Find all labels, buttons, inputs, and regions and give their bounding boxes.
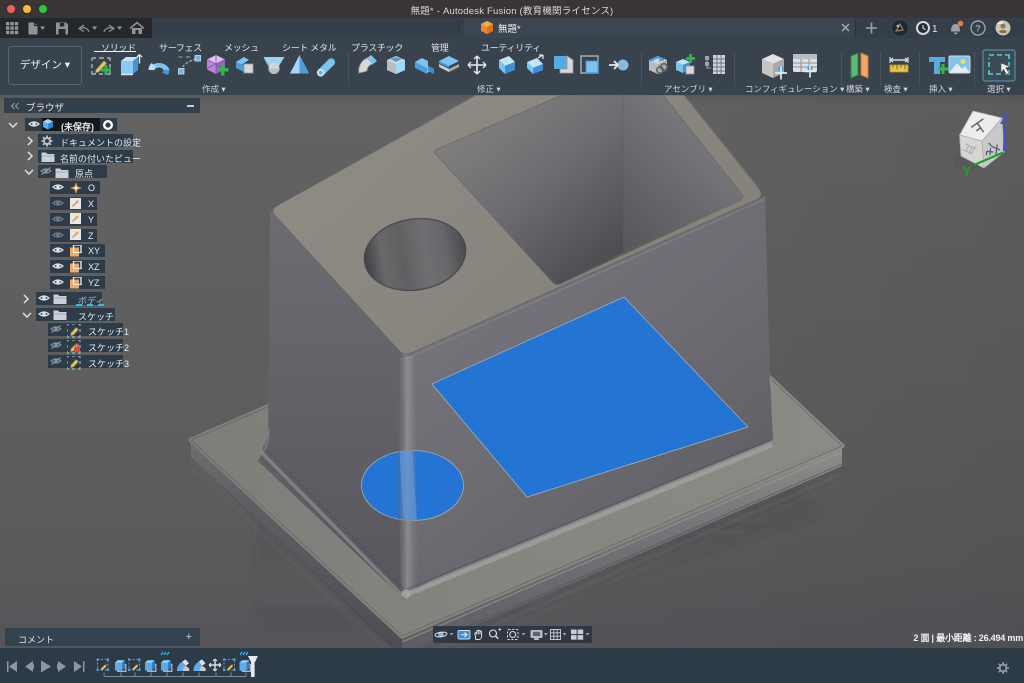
- svg-text:?: ?: [975, 24, 981, 35]
- svg-text:Y: Y: [962, 163, 972, 179]
- svg-text:1: 1: [932, 24, 938, 35]
- svg-text:Z: Z: [1000, 111, 1009, 127]
- svg-text:無題*: 無題*: [498, 23, 521, 35]
